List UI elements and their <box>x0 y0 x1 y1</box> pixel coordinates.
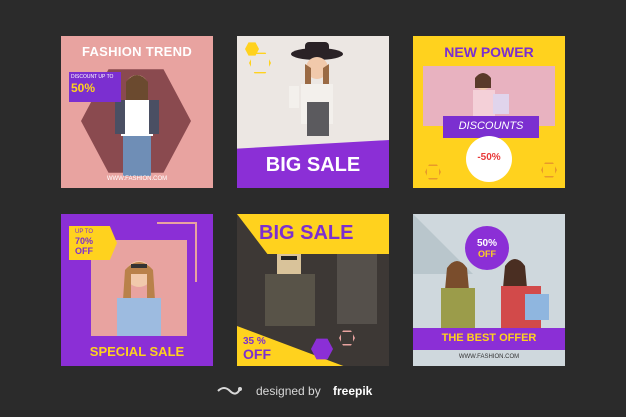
discount-off: OFF <box>478 249 496 259</box>
hexagon-outline-icon <box>541 162 557 178</box>
fashion-trend-card: FASHION TREND DISCOUNT UP TO 50% WWW.FAS… <box>61 36 213 188</box>
new-power-card: NEW POWER DISCOUNTS -50% <box>413 36 565 188</box>
special-sale-card: UP TO 70% OFF SPECIAL SALE <box>61 214 213 366</box>
big-sale-card-2: BIG SALE 35 % OFF <box>237 214 389 366</box>
badge-line-1: UP TO <box>75 229 94 235</box>
woman-hat-photo <box>289 42 343 136</box>
card-title: FASHION TREND <box>81 44 193 59</box>
website-text: WWW.FASHION.COM <box>106 176 168 182</box>
discounts-label: DISCOUNTS <box>458 120 524 132</box>
sale-headline: BIG SALE <box>265 154 361 176</box>
badge-line-3: OFF <box>75 246 93 256</box>
hexagon-outline-icon <box>425 164 441 180</box>
freepik-logo-icon <box>217 387 242 395</box>
footer-credit: designed by <box>256 384 321 398</box>
offer-headline: THE BEST OFFER <box>441 332 537 344</box>
badge-line-2: 70% <box>75 236 94 246</box>
website-text: WWW.FASHION.COM <box>458 354 520 360</box>
discount-value: -50% <box>477 152 501 163</box>
best-offer-card: 50% OFF THE BEST OFFER WWW.FASHION.COM <box>413 214 565 366</box>
offer-off: OFF <box>243 346 271 362</box>
sale-headline: SPECIAL SALE <box>89 344 185 359</box>
sale-headline: BIG SALE <box>259 222 354 244</box>
card-title: NEW POWER <box>444 44 534 60</box>
footer-brand[interactable]: freepik <box>333 384 372 398</box>
discount-badge-value: 50% <box>71 81 96 95</box>
big-sale-card: BIG SALE <box>237 36 389 188</box>
discount-percent: 50% <box>476 238 497 249</box>
discount-badge-label: DISCOUNT UP TO <box>71 74 114 80</box>
